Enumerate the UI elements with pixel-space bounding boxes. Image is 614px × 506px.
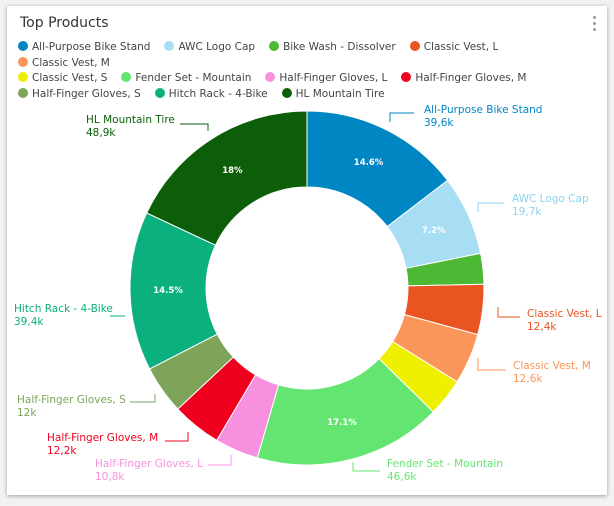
leader-line — [180, 123, 209, 131]
percent-label: 14.5% — [153, 285, 183, 296]
data-label-value: 12k — [17, 407, 37, 419]
data-label-value: 10,8k — [95, 471, 125, 483]
leader-line — [165, 432, 189, 442]
data-label-name: Classic Vest, M — [513, 360, 591, 372]
leader-line — [389, 112, 414, 122]
data-label: Half-Finger Gloves, M 12,2k — [47, 432, 158, 458]
leader-line — [497, 307, 520, 318]
data-label-name: HL Mountain Tire — [86, 114, 175, 126]
data-label-name: AWC Logo Cap — [512, 193, 589, 205]
data-label: Hitch Rack - 4-Bike 39,4k — [14, 303, 113, 329]
leader-line — [208, 455, 232, 466]
leader-line — [477, 202, 504, 212]
percent-label: 14.6% — [353, 158, 384, 169]
data-label-name: Fender Set - Mountain — [387, 458, 503, 470]
data-label-name: Hitch Rack - 4-Bike — [14, 303, 113, 315]
data-label-name: Half-Finger Gloves, M — [47, 432, 159, 444]
data-label-value: 46,6k — [387, 471, 417, 483]
data-label: Classic Vest, L 12,4k — [527, 308, 602, 334]
data-label-value: 19,7k — [512, 206, 542, 218]
percent-label: 7.2% — [421, 225, 446, 236]
data-label-name: Classic Vest, L — [527, 308, 602, 320]
data-label: Fender Set - Mountain 46,6k — [387, 458, 503, 484]
data-label: Classic Vest, M 12,6k — [513, 360, 591, 386]
data-label: All-Purpose Bike Stand 39,6k — [424, 104, 542, 130]
leader-line — [130, 394, 156, 403]
percent-label: 18% — [222, 165, 243, 176]
data-label-name: Half-Finger Gloves, S — [17, 394, 126, 406]
data-label-value: 12,4k — [527, 321, 557, 333]
percent-label: 17.1% — [327, 417, 357, 428]
data-label-value: 48,9k — [86, 127, 116, 139]
data-label-name: Half-Finger Gloves, L — [95, 458, 203, 470]
donut-chart — [110, 110, 520, 472]
data-label: Half-Finger Gloves, S 12k — [17, 394, 126, 420]
data-label: Half-Finger Gloves, L 10,8k — [95, 458, 203, 484]
data-label: AWC Logo Cap 19,7k — [512, 193, 589, 219]
data-label-value: 39,6k — [424, 117, 454, 129]
leader-line — [477, 358, 506, 371]
data-label-name: All-Purpose Bike Stand — [424, 104, 543, 116]
leader-line — [352, 462, 380, 472]
data-label-value: 12,2k — [47, 445, 77, 457]
data-label-value: 12,6k — [513, 373, 543, 385]
data-label: HL Mountain Tire 48,9k — [86, 114, 175, 140]
data-label-value: 39,4k — [14, 316, 44, 328]
